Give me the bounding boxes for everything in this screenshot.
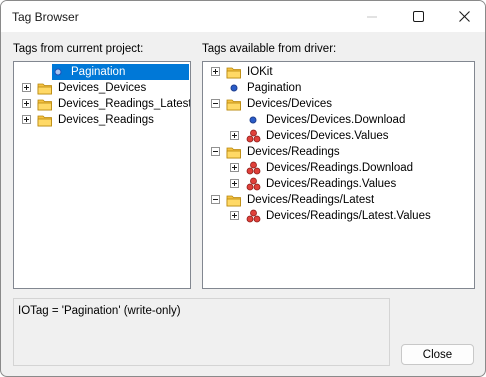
folder-icon [226, 195, 241, 207]
tree-item-label: Devices/Readings.Download [266, 162, 414, 174]
tree-item-devices-devices[interactable]: Devices/Devices [203, 96, 474, 112]
right-panel-label: Tags available from driver: [202, 43, 337, 55]
red-cluster-tag-icon [246, 209, 261, 223]
tree-item-label: Devices/Devices.Values [266, 130, 389, 142]
tree-item-pagination[interactable]: Pagination [203, 80, 474, 96]
tree-item-label: IOKit [247, 66, 273, 78]
expand-toggle[interactable] [211, 67, 220, 76]
project-tags-tree[interactable]: Pagination Devices_Devices Devices_Readi… [13, 61, 191, 289]
driver-tags-tree[interactable]: IOKit Pagination Devices/Devices Devices… [202, 61, 475, 289]
tree-item-label: Devices/Readings.Values [266, 178, 397, 190]
tree-item-devices-readings-latest[interactable]: Devices_Readings_Latest [14, 96, 190, 112]
maximize-button[interactable] [395, 1, 441, 32]
tree-item-devices-devices[interactable]: Devices_Devices [14, 80, 190, 96]
tree-item-devices-readings-values[interactable]: Devices/Readings.Values [203, 176, 474, 192]
blue-dot-tag-icon [249, 116, 257, 124]
folder-icon [226, 99, 241, 111]
red-cluster-tag-icon [246, 129, 261, 143]
tree-item-devices-readings[interactable]: Devices/Readings [203, 144, 474, 160]
close-window-button[interactable] [441, 1, 485, 32]
folder-icon [37, 83, 52, 95]
expand-toggle[interactable] [22, 83, 31, 92]
tree-item-label: Devices/Readings [247, 146, 340, 158]
tree-item-devices-devices-values[interactable]: Devices/Devices.Values [203, 128, 474, 144]
red-cluster-tag-icon [246, 161, 261, 175]
red-cluster-tag-icon [246, 177, 261, 191]
tree-item-devices-readings-download[interactable]: Devices/Readings.Download [203, 160, 474, 176]
expand-toggle[interactable] [22, 115, 31, 124]
tree-item-label: Devices_Devices [58, 82, 147, 94]
tree-item-label: Pagination [71, 66, 126, 78]
collapse-toggle[interactable] [211, 99, 220, 108]
tree-item-label: Devices_Readings [58, 114, 154, 126]
folder-icon [37, 115, 52, 127]
expand-toggle[interactable] [230, 211, 239, 220]
expand-toggle[interactable] [230, 179, 239, 188]
tag-info-panel: IOTag = 'Pagination' (write-only) [13, 298, 390, 366]
tree-item-devices-readings[interactable]: Devices_Readings [14, 112, 190, 128]
minimize-icon [367, 16, 377, 17]
tree-item-label: Pagination [247, 82, 302, 94]
tag-browser-window: Tag Browser Tags from current project: P… [0, 0, 486, 377]
folder-icon [226, 67, 241, 79]
folder-icon [226, 147, 241, 159]
blue-dot-tag-icon [230, 84, 238, 92]
tree-item-label: Devices/Devices.Download [266, 114, 406, 126]
blue-dot-tag-icon [54, 68, 62, 76]
tree-item-pagination[interactable]: Pagination [14, 64, 190, 80]
expand-toggle[interactable] [230, 163, 239, 172]
tree-item-label: Devices/Devices [247, 98, 332, 110]
tree-item-devices-devices-download[interactable]: Devices/Devices.Download [203, 112, 474, 128]
collapse-toggle[interactable] [211, 147, 220, 156]
tree-item-devices-readings-latest[interactable]: Devices/Readings/Latest [203, 192, 474, 208]
tree-item-devices-readings-latest-values[interactable]: Devices/Readings/Latest.Values [203, 208, 474, 224]
tree-item-label: Devices/Readings/Latest.Values [266, 210, 431, 222]
tree-item-iokit[interactable]: IOKit [203, 64, 474, 80]
tree-item-label: Devices/Readings/Latest [247, 194, 375, 206]
tree-item-label: Devices_Readings_Latest [58, 98, 191, 110]
title-bar[interactable]: Tag Browser [1, 1, 485, 32]
left-panel-label: Tags from current project: [13, 43, 144, 55]
maximize-icon [412, 11, 424, 22]
expand-toggle[interactable] [230, 131, 239, 140]
collapse-toggle[interactable] [211, 195, 220, 204]
minimize-button[interactable] [349, 1, 395, 32]
tag-info-text: IOTag = 'Pagination' (write-only) [18, 305, 181, 317]
expand-toggle[interactable] [22, 99, 31, 108]
window-title: Tag Browser [12, 10, 79, 24]
folder-icon [37, 99, 52, 111]
close-button[interactable]: Close [401, 344, 474, 365]
close-icon [458, 11, 470, 22]
